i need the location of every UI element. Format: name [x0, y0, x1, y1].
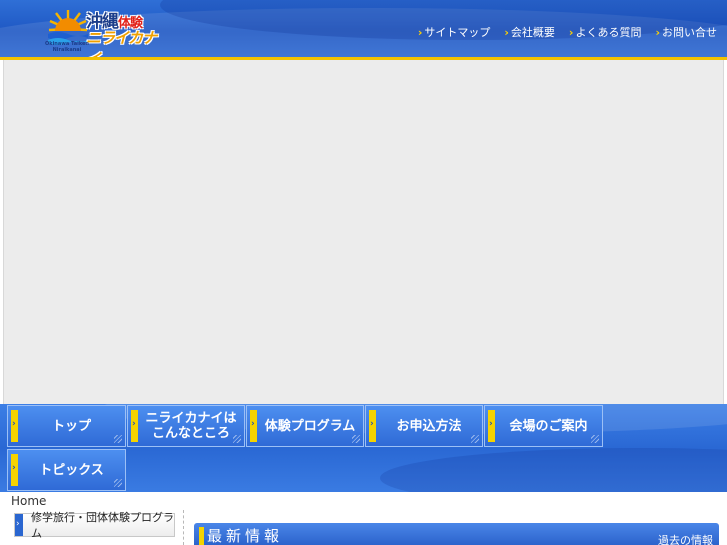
nav-topics-button[interactable]: トピックス: [7, 449, 126, 491]
nav-topics-label: トピックス: [39, 462, 104, 478]
chevron-right-icon: [11, 410, 18, 442]
nav-about-button[interactable]: ニライカナイは こんなところ: [127, 405, 245, 447]
nav-wave: [380, 448, 727, 492]
nav-apply-label: お申込方法: [396, 418, 462, 434]
topnav-company-link[interactable]: 会社概要: [504, 24, 555, 40]
past-news-link[interactable]: 過去の情報: [658, 532, 713, 545]
chevron-right-icon: [250, 410, 257, 442]
site-logo[interactable]: 沖縄体験 ニライカナイ Okinawa Taiken Niraikanai: [40, 3, 164, 57]
chevron-right-icon: [15, 514, 23, 536]
nav-venue-button[interactable]: 会場のご案内: [484, 405, 603, 447]
chevron-right-icon: [369, 410, 376, 442]
school-trip-program-label: 修学旅行・団体体験プログラム: [31, 511, 174, 540]
grip-icon: [233, 435, 241, 443]
grip-icon: [591, 435, 599, 443]
main-navigation: トップ ニライカナイは こんなところ 体験プログラム お申込方法 会場のご案内 …: [0, 404, 727, 492]
grip-icon: [471, 435, 479, 443]
news-title: 最新情報: [207, 527, 284, 545]
logo-tagline: Okinawa Taiken Niraikanai: [45, 41, 89, 53]
grip-icon: [114, 435, 122, 443]
column-divider: [183, 510, 184, 545]
hero-image-area: [3, 60, 724, 404]
chevron-right-icon: [11, 454, 18, 486]
topnav-contact-link[interactable]: お問い合せ: [655, 24, 717, 40]
nav-about-label: ニライカナイは こんなところ: [145, 411, 237, 441]
news-header: 最新情報 過去の情報: [194, 523, 719, 545]
breadcrumb[interactable]: Home: [11, 494, 46, 508]
nav-top-label: トップ: [51, 418, 91, 434]
chevron-right-icon: [131, 410, 138, 442]
nav-top-button[interactable]: トップ: [7, 405, 126, 447]
nav-programs-label: 体験プログラム: [264, 418, 356, 434]
top-navigation: サイトマップ 会社概要 よくある質問 お問い合せ: [418, 24, 717, 40]
grip-icon: [352, 435, 360, 443]
topnav-faq-link[interactable]: よくある質問: [569, 24, 641, 40]
nav-programs-button[interactable]: 体験プログラム: [246, 405, 364, 447]
site-header: 沖縄体験 ニライカナイ Okinawa Taiken Niraikanai サイ…: [0, 0, 727, 60]
topnav-sitemap-link[interactable]: サイトマップ: [418, 24, 490, 40]
nav-apply-button[interactable]: お申込方法: [365, 405, 483, 447]
chevron-right-icon: [488, 410, 495, 442]
nav-venue-label: 会場のご案内: [509, 418, 588, 434]
news-accent-bar: [199, 527, 204, 545]
grip-icon: [114, 479, 122, 487]
logo-sub-text: ニライカナイ: [86, 29, 157, 60]
school-trip-program-button[interactable]: 修学旅行・団体体験プログラム: [14, 511, 175, 540]
